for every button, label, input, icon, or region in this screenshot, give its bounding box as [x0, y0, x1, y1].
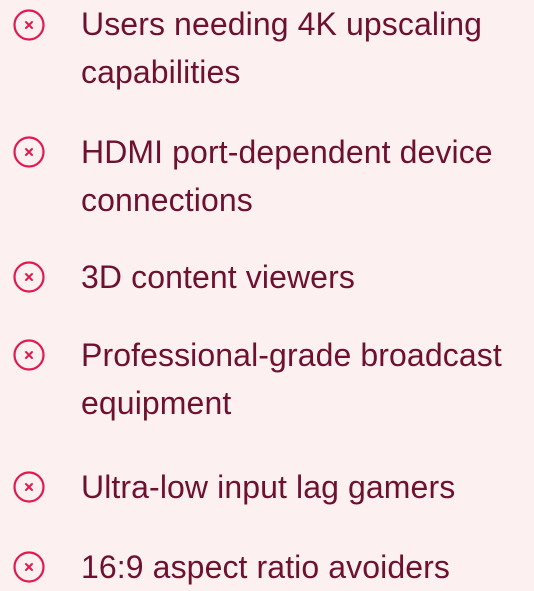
x-circle-icon: [12, 260, 46, 294]
x-circle-icon: [12, 550, 46, 584]
list-item-label: Ultra-low input lag gamers: [81, 469, 456, 505]
list-item-label: 16:9 aspect ratio avoiders: [81, 549, 451, 585]
x-circle-icon: [12, 338, 46, 372]
x-circle-icon: [12, 8, 46, 42]
list-item-label: HDMI port-dependent device connections: [81, 134, 493, 218]
list-item-label: Professional-grade broadcast equipment: [81, 337, 502, 421]
list-item-label: 3D content viewers: [81, 259, 355, 295]
x-circle-icon: [12, 135, 46, 169]
excluded-users-list: Users needing 4K upscaling capabilities …: [0, 0, 534, 585]
list-item-label: Users needing 4K upscaling capabilities: [81, 6, 483, 90]
x-circle-icon: [12, 470, 46, 504]
